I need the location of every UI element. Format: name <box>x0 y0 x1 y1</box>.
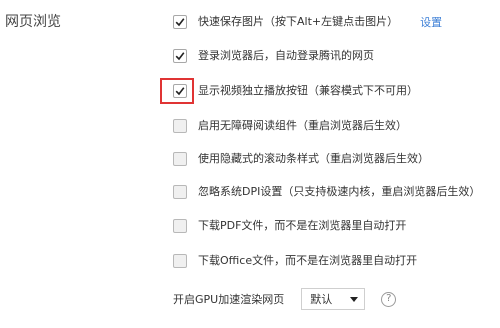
settings-link[interactable]: 设置 <box>420 14 442 30</box>
gpu-acceleration-label: 开启GPU加速渲染网页 <box>173 293 285 306</box>
checkbox[interactable] <box>173 152 187 166</box>
option-label: 下载Office文件，而不是在浏览器里自动打开 <box>198 254 418 267</box>
checkbox[interactable] <box>173 15 187 29</box>
checkmark-icon <box>175 18 185 27</box>
highlight-annotation <box>160 78 194 104</box>
option-label: 快速保存图片（按下Alt+左键点击图片） <box>198 15 399 28</box>
option-label: 使用隐藏式的滚动条样式（重启浏览器后生效） <box>198 152 429 165</box>
checkbox[interactable] <box>173 219 187 233</box>
option-auto-login-tencent[interactable]: 登录浏览器后，自动登录腾讯的网页 <box>170 46 374 66</box>
option-accessibility-reader[interactable]: 启用无障碍阅读组件（重启浏览器后生效） <box>170 116 407 136</box>
option-label: 下载PDF文件，而不是在浏览器里自动打开 <box>198 219 407 232</box>
gpu-acceleration-select[interactable]: 默认 <box>301 288 366 310</box>
option-label: 登录浏览器后，自动登录腾讯的网页 <box>198 49 374 62</box>
gpu-acceleration-row: 开启GPU加速渲染网页 默认 ? <box>173 288 397 310</box>
chevron-down-icon <box>350 296 359 302</box>
checkbox[interactable] <box>173 119 187 133</box>
option-download-pdf[interactable]: 下载PDF文件，而不是在浏览器里自动打开 <box>170 216 406 236</box>
option-label: 启用无障碍阅读组件（重启浏览器后生效） <box>198 119 407 132</box>
select-value: 默认 <box>310 293 333 306</box>
section-title: 网页浏览 <box>5 14 61 30</box>
checkmark-icon <box>175 52 185 61</box>
option-quick-save-image[interactable]: 快速保存图片（按下Alt+左键点击图片） 设置 <box>170 12 442 32</box>
option-label: 忽略系统DPI设置（只支持极速内核，重启浏览器后生效） <box>198 185 481 198</box>
option-video-popout-button[interactable]: 显示视频独立播放按钮（兼容模式下不可用） <box>170 81 418 101</box>
option-hidden-scrollbar[interactable]: 使用隐藏式的滚动条样式（重启浏览器后生效） <box>170 149 429 169</box>
option-ignore-dpi[interactable]: 忽略系统DPI设置（只支持极速内核，重启浏览器后生效） <box>170 182 480 202</box>
checkbox[interactable] <box>173 254 187 268</box>
option-label: 显示视频独立播放按钮（兼容模式下不可用） <box>198 84 418 97</box>
help-icon[interactable]: ? <box>381 291 397 307</box>
option-download-office[interactable]: 下载Office文件，而不是在浏览器里自动打开 <box>170 251 417 271</box>
checkbox[interactable] <box>173 49 187 63</box>
checkbox[interactable] <box>173 185 187 199</box>
